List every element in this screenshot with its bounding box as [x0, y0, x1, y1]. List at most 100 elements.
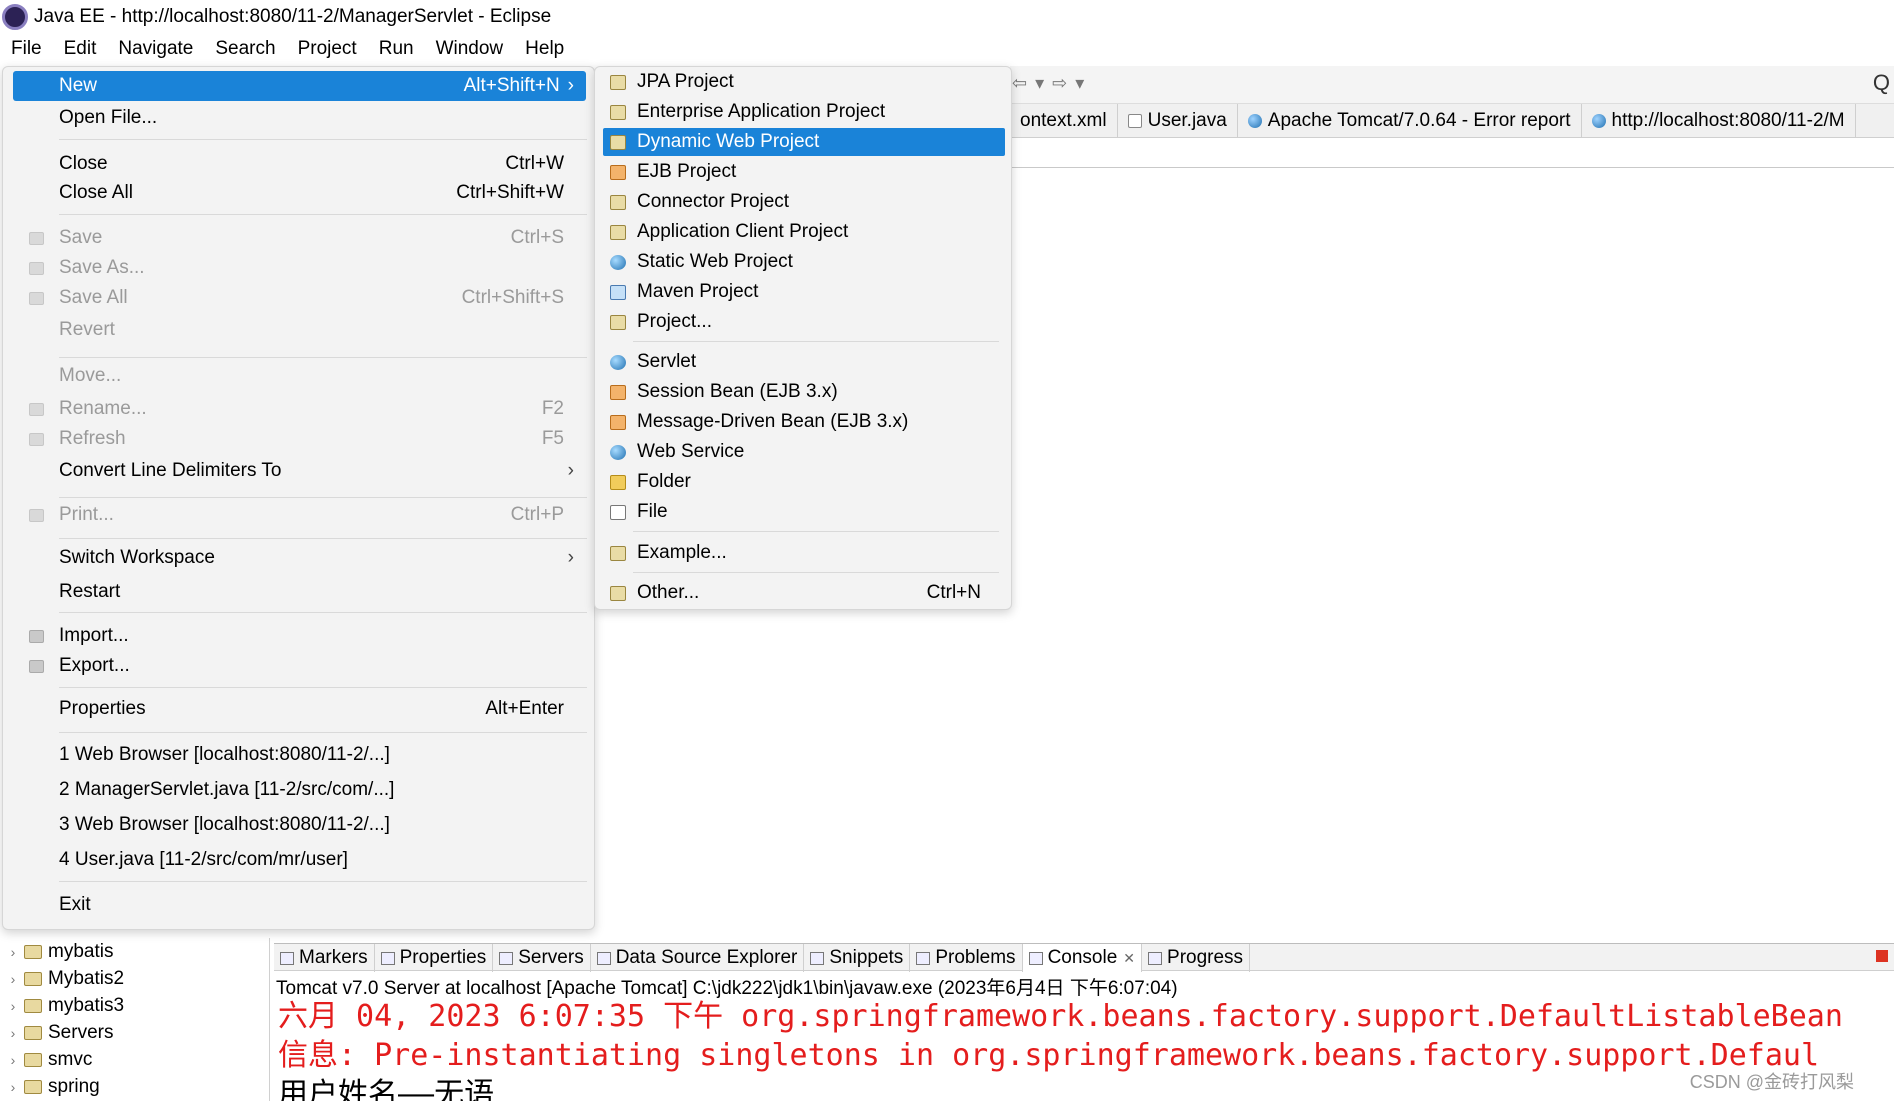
menu-item-convert-line-delimiters[interactable]: Convert Line Delimiters To › [13, 456, 586, 486]
menu-item-print[interactable]: Print... Ctrl+P [13, 500, 586, 530]
menu-item-refresh[interactable]: Refresh F5 [13, 424, 586, 454]
tab-data-source-explorer[interactable]: Data Source Explorer [591, 944, 805, 972]
back-arrow-icon[interactable]: ⇦ [1012, 73, 1027, 94]
tree-item[interactable]: › Mybatis2 [0, 965, 269, 992]
menu-item-rename[interactable]: Rename... F2 [13, 394, 586, 424]
expand-arrow-icon[interactable]: › [6, 1052, 20, 1068]
close-icon[interactable]: ✕ [1123, 950, 1135, 967]
dropdown-icon[interactable]: ▾ [1035, 73, 1044, 94]
window-title: Java EE - http://localhost:8080/11-2/Man… [34, 6, 552, 27]
menu-item-close-all[interactable]: Close All Ctrl+Shift+W [13, 178, 586, 208]
expand-arrow-icon[interactable]: › [6, 971, 20, 987]
new-item-ejb-project[interactable]: EJB Project [603, 158, 1005, 186]
console-header: Tomcat v7.0 Server at localhost [Apache … [276, 978, 1178, 999]
new-item-jpa-project[interactable]: JPA Project [603, 68, 1005, 96]
file-menu: New Alt+Shift+N › Open File... Close Ctrl+W… [2, 66, 595, 930]
editor-tab-label: User.java [1147, 110, 1227, 131]
menu-item-recent-1[interactable]: 1 Web Browser [localhost:8080/11-2/...] [13, 740, 586, 770]
tab-progress[interactable]: Progress [1142, 944, 1251, 972]
menu-window[interactable]: Window [425, 38, 515, 60]
new-item-static-web-project[interactable]: Static Web Project [603, 248, 1005, 276]
menu-item-import[interactable]: Import... [13, 621, 586, 651]
menu-item-restart[interactable]: Restart [13, 577, 586, 607]
expand-arrow-icon[interactable]: › [6, 998, 20, 1014]
chevron-right-icon: › [567, 75, 574, 96]
menu-item-move[interactable]: Move... [13, 361, 586, 391]
menu-item-open-file[interactable]: Open File... [13, 103, 586, 133]
editor-tab[interactable]: ontext.xml [1010, 104, 1118, 138]
globe-icon [1591, 114, 1606, 128]
editor-tab[interactable]: User.java [1118, 104, 1238, 138]
menu-item-revert[interactable]: Revert [13, 315, 586, 345]
new-item-other[interactable]: Other... Ctrl+N [603, 579, 1005, 607]
title-bar: Java EE - http://localhost:8080/11-2/Man… [0, 0, 1894, 34]
menu-edit[interactable]: Edit [53, 38, 108, 60]
tree-item[interactable]: › mybatis [0, 938, 269, 965]
menu-item-properties[interactable]: Properties Alt+Enter [13, 694, 586, 724]
menu-project[interactable]: Project [287, 38, 368, 60]
tab-console[interactable]: Console ✕ [1022, 944, 1143, 972]
new-item-session-bean[interactable]: Session Bean (EJB 3.x) [603, 378, 1005, 406]
menu-bar: File Edit Navigate Search Project Run Wi… [0, 34, 1894, 64]
menu-search[interactable]: Search [204, 38, 286, 60]
new-item-folder[interactable]: Folder [603, 468, 1005, 496]
menu-item-save[interactable]: Save Ctrl+S [13, 223, 586, 253]
menu-item-close[interactable]: Close Ctrl+W [13, 149, 586, 179]
servlet-icon [610, 354, 626, 370]
new-item-connector-project[interactable]: Connector Project [603, 188, 1005, 216]
new-item-maven-project[interactable]: Maven Project [603, 278, 1005, 306]
import-icon [28, 629, 44, 643]
dropdown-icon[interactable]: ▾ [1075, 73, 1084, 94]
tab-servers[interactable]: Servers [493, 944, 591, 972]
menu-item-recent-3[interactable]: 3 Web Browser [localhost:8080/11-2/...] [13, 810, 586, 840]
tab-problems[interactable]: Problems [910, 944, 1023, 972]
new-item-enterprise-application-project[interactable]: Enterprise Application Project [603, 98, 1005, 126]
session-bean-icon [610, 384, 626, 400]
new-item-message-driven-bean[interactable]: Message-Driven Bean (EJB 3.x) [603, 408, 1005, 436]
forward-arrow-icon[interactable]: ⇨ [1052, 73, 1067, 94]
markers-icon [280, 951, 294, 965]
menu-item-recent-4[interactable]: 4 User.java [11-2/src/com/mr/user] [13, 845, 586, 875]
menu-item-recent-2[interactable]: 2 ManagerServlet.java [11-2/src/com/...] [13, 775, 586, 805]
expand-arrow-icon[interactable]: › [6, 1079, 20, 1095]
expand-arrow-icon[interactable]: › [6, 1025, 20, 1041]
editor-tab[interactable]: Apache Tomcat/7.0.64 - Error report [1238, 104, 1582, 138]
menu-item-switch-workspace[interactable]: Switch Workspace › [13, 543, 586, 573]
tree-item[interactable]: › mybatis3 [0, 992, 269, 1019]
editor-tab[interactable]: http://localhost:8080/11-2/M [1582, 104, 1856, 138]
tree-item[interactable]: › spring [0, 1073, 269, 1100]
new-item-web-service[interactable]: Web Service [603, 438, 1005, 466]
tree-item-label: Servers [48, 1021, 114, 1043]
new-item-servlet[interactable]: Servlet [603, 348, 1005, 376]
ejb-project-icon [610, 164, 626, 180]
new-item-dynamic-web-project[interactable]: Dynamic Web Project [603, 128, 1005, 156]
watermark: CSDN @金砖打风梨 [1689, 1072, 1854, 1092]
tab-label: Console [1047, 947, 1118, 968]
tab-properties[interactable]: Properties [375, 944, 494, 972]
menu-file[interactable]: File [0, 38, 53, 60]
menu-separator [59, 538, 587, 539]
editor-tab-label: Apache Tomcat/7.0.64 - Error report [1267, 110, 1571, 131]
editor-tab-label: http://localhost:8080/11-2/M [1611, 110, 1845, 131]
project-icon [24, 971, 42, 986]
menu-item-new[interactable]: New Alt+Shift+N › [13, 71, 586, 101]
menu-help[interactable]: Help [514, 38, 575, 60]
tab-markers[interactable]: Markers [274, 944, 375, 972]
menu-navigate[interactable]: Navigate [107, 38, 204, 60]
terminate-icon[interactable] [1876, 950, 1888, 962]
menu-item-export[interactable]: Export... [13, 651, 586, 681]
tree-item[interactable]: › smvc [0, 1046, 269, 1073]
tree-item[interactable]: › Servers [0, 1019, 269, 1046]
console-line: 信息: Pre-instantiating singletons in org.… [278, 1038, 1820, 1073]
tab-snippets[interactable]: Snippets [804, 944, 911, 972]
menu-item-save-all[interactable]: Save All Ctrl+Shift+S [13, 283, 586, 313]
menu-run[interactable]: Run [368, 38, 425, 60]
new-item-example[interactable]: Example... [603, 539, 1005, 567]
new-item-file[interactable]: File [603, 498, 1005, 526]
expand-arrow-icon[interactable]: › [6, 944, 20, 960]
new-item-project[interactable]: Project... [603, 308, 1005, 336]
quick-access-search-icon[interactable]: Q [1873, 70, 1890, 96]
menu-item-exit[interactable]: Exit [13, 890, 586, 920]
menu-item-save-as[interactable]: Save As... [13, 253, 586, 283]
new-item-application-client-project[interactable]: Application Client Project [603, 218, 1005, 246]
